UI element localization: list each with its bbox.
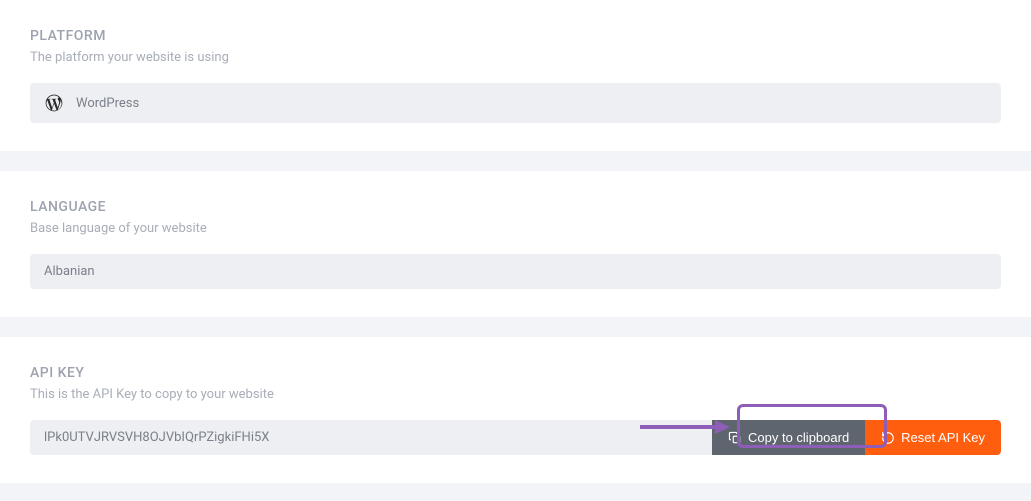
copy-button-label: Copy to clipboard	[748, 430, 849, 445]
reset-icon	[881, 431, 895, 445]
language-value: Albanian	[44, 264, 95, 279]
platform-section: PLATFORM The platform your website is us…	[0, 0, 1031, 151]
api-key-description: This is the API Key to copy to your webs…	[30, 387, 1001, 402]
api-key-value: lPk0UTVJRVSVH8OJVbIQrPZigkiFHi5X	[44, 430, 269, 445]
platform-field: WordPress	[30, 83, 1001, 123]
copy-to-clipboard-button[interactable]: Copy to clipboard	[712, 420, 865, 455]
platform-value: WordPress	[76, 96, 139, 111]
copy-icon	[728, 431, 742, 445]
language-description: Base language of your website	[30, 221, 1001, 236]
api-key-row: lPk0UTVJRVSVH8OJVbIQrPZigkiFHi5X Copy to…	[30, 420, 1001, 455]
api-key-label: API KEY	[30, 365, 1001, 381]
platform-label: PLATFORM	[30, 28, 1001, 44]
wordpress-icon	[44, 93, 64, 113]
language-label: LANGUAGE	[30, 199, 1001, 215]
api-key-section: API KEY This is the API Key to copy to y…	[0, 337, 1031, 483]
reset-button-label: Reset API Key	[901, 430, 985, 445]
language-section: LANGUAGE Base language of your website A…	[0, 171, 1031, 317]
api-key-field: lPk0UTVJRVSVH8OJVbIQrPZigkiFHi5X	[30, 420, 712, 455]
language-field: Albanian	[30, 254, 1001, 289]
reset-api-key-button[interactable]: Reset API Key	[865, 420, 1001, 455]
platform-description: The platform your website is using	[30, 50, 1001, 65]
